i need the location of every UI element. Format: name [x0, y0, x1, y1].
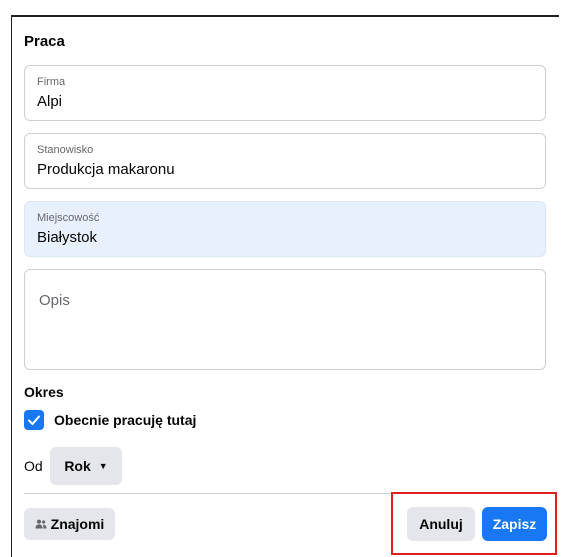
city-field[interactable]: Miejscowość Białystok [24, 201, 546, 257]
section-title: Praca [24, 33, 65, 50]
current-job-label: Obecnie pracuję tutaj [54, 412, 197, 428]
period-title: Okres [24, 384, 64, 400]
city-field-value[interactable]: Białystok [37, 229, 97, 246]
position-field[interactable]: Stanowisko Produkcja makaronu [24, 133, 546, 189]
position-field-label: Stanowisko [37, 144, 94, 156]
cancel-button-label: Anuluj [419, 516, 463, 532]
company-field-value[interactable]: Alpi [37, 93, 62, 110]
audience-button[interactable]: Znajomi [24, 508, 115, 540]
current-job-checkbox[interactable] [24, 410, 44, 430]
from-label: Od [24, 458, 43, 474]
year-select[interactable]: Rok ▼ [50, 447, 122, 485]
checkmark-icon [28, 415, 40, 425]
year-select-label: Rok [64, 458, 91, 474]
current-job-checkbox-row[interactable]: Obecnie pracuję tutaj [24, 409, 196, 431]
save-button-label: Zapisz [492, 516, 537, 532]
city-field-label: Miejscowość [37, 212, 100, 224]
friends-icon [35, 519, 47, 529]
company-field-label: Firma [37, 76, 66, 88]
description-field[interactable]: Opis [24, 269, 546, 370]
cancel-button[interactable]: Anuluj [407, 507, 475, 541]
audience-button-label: Znajomi [50, 516, 105, 532]
save-button[interactable]: Zapisz [482, 507, 547, 541]
description-placeholder: Opis [39, 292, 70, 309]
company-field[interactable]: Firma Alpi [24, 65, 546, 121]
caret-down-icon: ▼ [98, 461, 108, 471]
position-field-value[interactable]: Produkcja makaronu [37, 161, 175, 178]
